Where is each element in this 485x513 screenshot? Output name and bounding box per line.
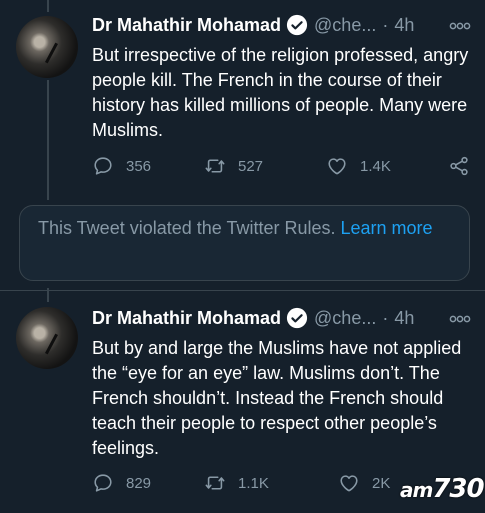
watermark-prefix: am xyxy=(400,478,433,502)
verified-badge-icon xyxy=(286,14,308,36)
reply-icon xyxy=(94,157,112,175)
retweet-count: 1.1K xyxy=(238,474,269,492)
share-button[interactable] xyxy=(448,155,482,177)
like-button[interactable]: 2K xyxy=(338,472,390,494)
watermark-number: 730 xyxy=(432,474,484,504)
retweet-button[interactable]: 1.1K xyxy=(204,472,269,494)
author-name[interactable]: Dr Mahathir Mohamad xyxy=(92,15,281,36)
like-count: 1.4K xyxy=(360,157,391,175)
author-handle[interactable]: @che... xyxy=(314,308,376,329)
reply-icon xyxy=(94,474,112,492)
like-count: 2K xyxy=(372,474,391,492)
retweet-icon xyxy=(205,476,225,490)
author-handle[interactable]: @che... xyxy=(314,15,376,36)
avatar[interactable] xyxy=(16,307,78,369)
more-dots-icon[interactable] xyxy=(449,313,471,325)
tweet-time[interactable]: 4h xyxy=(394,308,414,329)
tweet-time[interactable]: 4h xyxy=(394,15,414,36)
reply-button[interactable]: 829 xyxy=(92,472,151,494)
like-icon xyxy=(328,158,346,175)
more-dots-icon[interactable] xyxy=(449,20,471,32)
tweet-1[interactable]: Dr Mahathir Mohamad @che... · 4h But irr… xyxy=(0,0,485,200)
tweet-header: Dr Mahathir Mohamad @che... · 4h xyxy=(92,305,414,331)
tweet-text: But irrespective of the religion profess… xyxy=(92,45,469,140)
retweet-icon xyxy=(205,159,225,173)
reply-count: 829 xyxy=(126,474,152,492)
tweet-text: But by and large the Muslims have not ap… xyxy=(92,338,462,458)
notice-text: This Tweet violated the Twitter Rules. xyxy=(38,218,336,238)
verified-badge-icon xyxy=(286,307,308,329)
learn-more-link[interactable]: Learn more xyxy=(341,218,433,238)
author-name[interactable]: Dr Mahathir Mohamad xyxy=(92,308,281,329)
reply-button[interactable]: 356 xyxy=(92,155,151,177)
retweet-button[interactable]: 527 xyxy=(204,155,263,177)
avatar[interactable] xyxy=(16,16,78,78)
reply-count: 356 xyxy=(126,157,152,175)
retweet-count: 527 xyxy=(238,157,264,175)
dot-separator: · xyxy=(382,307,389,328)
share-icon xyxy=(450,156,468,176)
am730-watermark-logo: am730 xyxy=(400,474,485,504)
tweet-header: Dr Mahathir Mohamad @che... · 4h xyxy=(92,12,414,38)
like-button[interactable]: 1.4K xyxy=(326,155,391,177)
like-icon xyxy=(340,475,358,492)
dot-separator: · xyxy=(382,14,389,35)
tweet-actions: 356 527 1.4K xyxy=(92,155,472,179)
tweet-unavailable-notice: This Tweet violated the Twitter Rules. L… xyxy=(19,205,470,281)
